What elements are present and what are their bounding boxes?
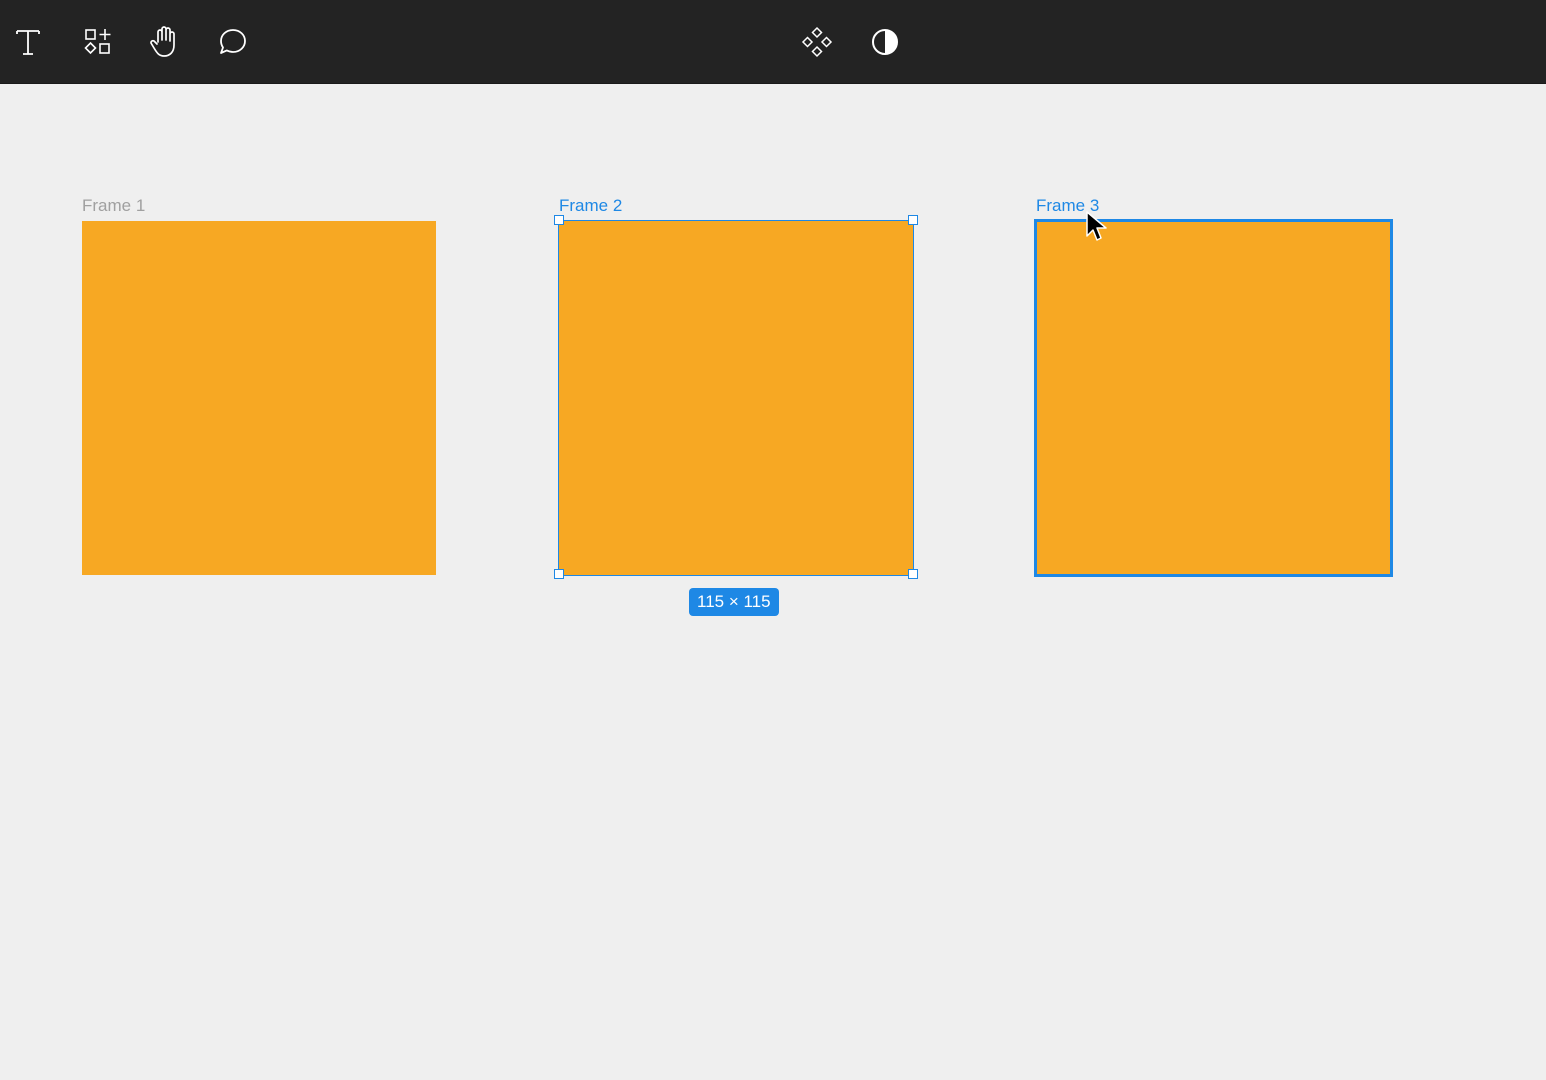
component-tool-button[interactable] (797, 22, 837, 62)
selection-size-badge: 115 × 115 (689, 588, 779, 616)
canvas[interactable]: Frame 1 Frame 2 115 × 115 Frame 3 (0, 84, 1546, 1080)
frame-3[interactable] (1034, 219, 1393, 577)
comment-tool-button[interactable] (213, 22, 253, 62)
comment-icon (217, 26, 249, 58)
resize-handle-top-left[interactable] (554, 215, 564, 225)
resize-handle-top-right[interactable] (908, 215, 918, 225)
frame-3-label[interactable]: Frame 3 (1036, 196, 1099, 216)
hand-icon (149, 25, 181, 59)
text-tool-button[interactable] (8, 22, 48, 62)
design-app: Frame 1 Frame 2 115 × 115 Frame 3 (0, 0, 1546, 1080)
contrast-icon (870, 27, 900, 57)
components-add-icon (83, 27, 113, 57)
frame-1-label[interactable]: Frame 1 (82, 196, 145, 216)
resize-handle-bottom-left[interactable] (554, 569, 564, 579)
frame-2[interactable] (558, 220, 914, 576)
hand-tool-button[interactable] (145, 22, 185, 62)
component-diamonds-icon (801, 26, 833, 58)
frame-1[interactable] (82, 221, 436, 575)
resize-handle-bottom-right[interactable] (908, 569, 918, 579)
text-icon (14, 27, 42, 57)
frame-2-label[interactable]: Frame 2 (559, 196, 622, 216)
theme-toggle-button[interactable] (865, 22, 905, 62)
toolbar (0, 0, 1546, 84)
components-tool-button[interactable] (78, 22, 118, 62)
